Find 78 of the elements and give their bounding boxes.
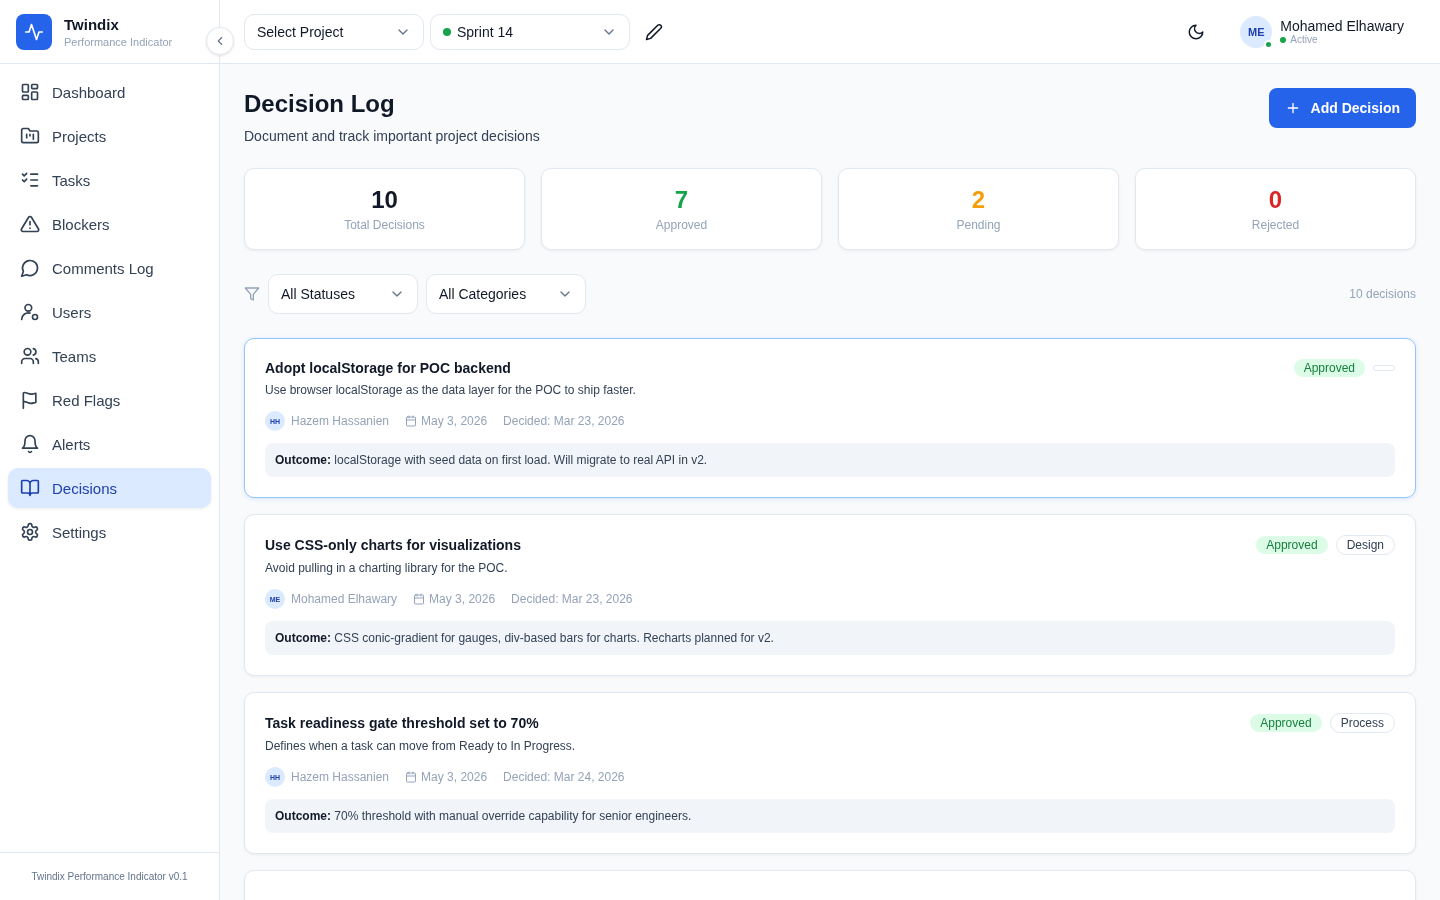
outcome-text: Outcome: 70% threshold with manual override capability for senior engineers. — [265, 799, 1395, 833]
decision-title: Adopt localStorage for POC backend — [265, 360, 511, 376]
sidebar-item[interactable]: Teams — [8, 336, 211, 376]
brand-subtitle: Performance Indicator — [64, 35, 173, 48]
outcome-text: Outcome: CSS conic-gradient for gauges, div-based bars for charts. Recharts planned for v2. — [265, 621, 1395, 655]
author-name: Hazem Hassanien — [291, 770, 390, 784]
sidebar-item[interactable]: Comments Log — [8, 248, 211, 288]
settings-icon — [20, 522, 40, 542]
user-gear-icon — [20, 302, 40, 322]
sidebar-item[interactable]: Blockers — [8, 204, 211, 244]
checklist-icon — [20, 170, 40, 190]
calendar-icon — [405, 771, 418, 783]
stat-label: Total Decisions — [344, 218, 425, 232]
decision-card[interactable] — [244, 338, 1416, 498]
decision-date: May 3, 2026 — [421, 414, 488, 428]
page-subtitle: Document and track important project decisions — [244, 128, 540, 144]
version-text: Twindix Performance Indicator v0.1 — [31, 871, 188, 882]
filter-icon — [244, 286, 260, 302]
decision-date: May 3, 2026 — [421, 770, 488, 784]
decided-date: Decided: Mar 23, 2026 — [511, 592, 633, 606]
user-status: Active — [1290, 34, 1318, 45]
pencil-icon — [645, 22, 663, 41]
status-badge: Approved — [1256, 536, 1328, 554]
user-avatar[interactable]: ME — [1240, 15, 1273, 48]
moon-icon — [1187, 22, 1206, 41]
decision-title: Use CSS-only charts for visualizations — [265, 537, 521, 553]
folder-icon — [20, 126, 40, 146]
decision-description: Use browser localStorage as the data layer for the POC to ship faster. — [265, 383, 637, 397]
stat-value: 2 — [971, 186, 986, 214]
stat-value: 10 — [371, 186, 398, 214]
empty-tag — [1373, 365, 1395, 371]
book-icon — [20, 478, 40, 498]
sidebar-item[interactable]: Red Flags — [8, 380, 211, 420]
online-dot — [1264, 39, 1274, 49]
brand-name: Twindix — [64, 15, 120, 33]
project-select[interactable]: Select Project — [244, 13, 424, 50]
status-filter[interactable]: All Statuses — [268, 274, 418, 314]
outcome-text: Outcome: localStorage with seed data on first load. Will migrate to real API in v2. — [265, 443, 1395, 477]
sprint-select[interactable]: Sprint 14 — [430, 13, 630, 50]
grid-icon — [20, 82, 40, 102]
stat-value: 7 — [674, 186, 689, 214]
sidebar-item[interactable]: Decisions — [8, 468, 211, 508]
stat-value: 0 — [1268, 186, 1283, 214]
decided-date: Decided: Mar 23, 2026 — [503, 414, 625, 428]
warning-icon — [20, 214, 40, 234]
status-dot — [443, 27, 451, 36]
page-title: Decision Log — [244, 90, 396, 118]
sidebar-item[interactable]: Projects — [8, 116, 211, 156]
author-name: Hazem Hassanien — [291, 414, 390, 428]
category-filter[interactable]: All Categories — [426, 274, 586, 314]
add-decision-button[interactable]: Add Decision — [1268, 88, 1416, 128]
author-name: Mohamed Elhawary — [291, 592, 398, 606]
calendar-icon — [405, 415, 418, 427]
user-name: Mohamed Elhawary — [1280, 18, 1404, 34]
sidebar-item[interactable]: Alerts — [8, 424, 211, 464]
stat-label: Approved — [655, 218, 708, 232]
stat-label: Rejected — [1251, 218, 1300, 232]
calendar-icon — [413, 593, 426, 605]
sidebar-item[interactable]: Tasks — [8, 160, 211, 200]
chat-bubble-icon — [20, 258, 40, 278]
sidebar-item[interactable]: Users — [8, 292, 211, 332]
status-badge: Approved — [1250, 714, 1322, 732]
users-icon — [20, 346, 40, 366]
decided-date: Decided: Mar 24, 2026 — [503, 770, 625, 784]
sidebar-item[interactable]: Dashboard — [8, 72, 211, 112]
status-badge: Approved — [1293, 359, 1365, 377]
collapse-button[interactable] — [206, 27, 234, 55]
flag-icon — [20, 390, 40, 410]
pulse-icon — [24, 21, 44, 42]
sidebar-item[interactable]: Settings — [8, 512, 211, 552]
status-dot — [1280, 36, 1287, 43]
decision-date: May 3, 2026 — [429, 592, 496, 606]
decision-title: Task readiness gate threshold set to 70% — [265, 715, 539, 731]
bell-icon — [20, 434, 40, 454]
stat-label: Pending — [956, 218, 1001, 232]
decision-description: Avoid pulling in a charting library for the POC. — [265, 561, 509, 575]
decision-count: 10 decisions — [1349, 287, 1416, 301]
decision-description: Defines when a task can move from Ready to In Progress. — [265, 739, 577, 753]
